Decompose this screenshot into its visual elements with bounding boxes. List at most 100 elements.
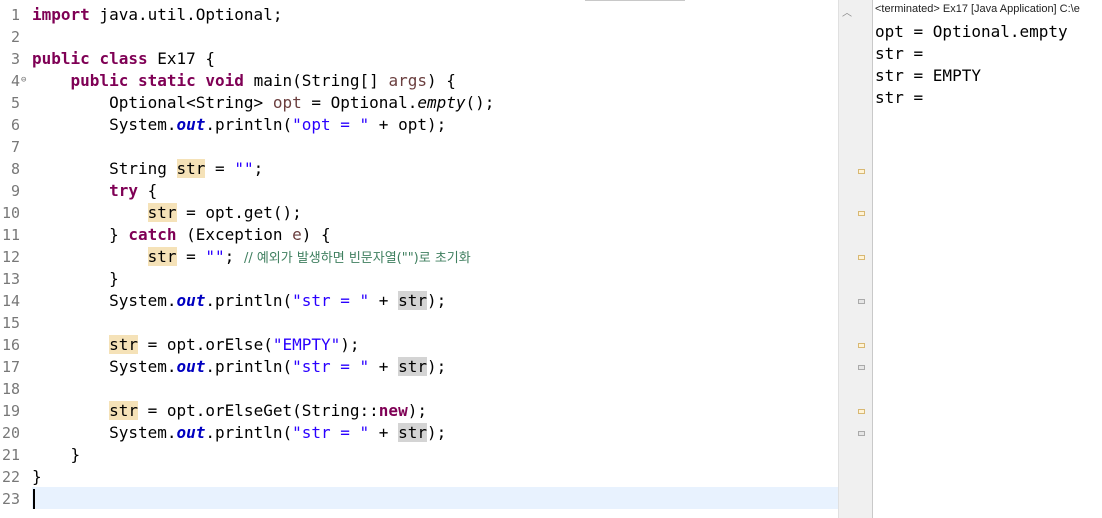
occurrence-marker[interactable] bbox=[858, 169, 865, 174]
code-text: .println( bbox=[205, 291, 293, 310]
code-text: { bbox=[137, 181, 158, 200]
line-number: 16 bbox=[1, 336, 20, 354]
line-number: 15 bbox=[1, 314, 20, 332]
line-number: 12 bbox=[1, 248, 20, 266]
code-line[interactable]: public class Ex17 { bbox=[32, 48, 215, 70]
code-text: = Optional. bbox=[301, 93, 418, 112]
code-text: = bbox=[176, 247, 206, 266]
code-line[interactable]: System.out.println("str = " + str); bbox=[32, 422, 446, 444]
code-text: System. bbox=[109, 357, 177, 376]
code-text: .println( bbox=[205, 115, 293, 134]
line-number: 9 bbox=[10, 182, 20, 200]
console-header: <terminated> Ex17 [Java Application] C:\… bbox=[875, 3, 1080, 15]
keyword: new bbox=[378, 401, 408, 420]
code-editor[interactable]: 1 2 3 4 ⊖ 5 6 7 8 9 10 11 12 13 14 15 16… bbox=[0, 0, 838, 518]
console-output-line[interactable]: opt = Optional.empty bbox=[875, 21, 1068, 43]
keyword: catch bbox=[128, 225, 177, 244]
overview-ruler[interactable]: ︿ bbox=[838, 0, 873, 518]
code-text: + bbox=[369, 423, 399, 442]
console-output-line[interactable]: str = bbox=[875, 43, 933, 65]
code-text: System. bbox=[109, 291, 177, 310]
line-number: 20 bbox=[1, 424, 20, 442]
code-line[interactable]: System.out.println("str = " + str); bbox=[32, 290, 446, 312]
code-line[interactable]: try { bbox=[32, 180, 157, 202]
occurrence-marker[interactable] bbox=[858, 299, 865, 304]
line-number: 4 bbox=[10, 72, 20, 90]
code-line[interactable]: str = ""; // 예외가 발생하면 빈문자열("")로 초기화 bbox=[32, 246, 471, 268]
code-line[interactable]: } catch (Exception e) { bbox=[32, 224, 331, 246]
code-text: ) { bbox=[301, 225, 331, 244]
occurrence-highlight: str bbox=[176, 159, 206, 178]
code-line[interactable]: str = opt.orElse("EMPTY"); bbox=[32, 334, 360, 356]
code-text: java.util.Optional; bbox=[89, 5, 283, 24]
occurrence-marker[interactable] bbox=[858, 365, 865, 370]
line-number: 11 bbox=[1, 226, 20, 244]
occurrence-highlight: str bbox=[147, 247, 177, 266]
code-line[interactable]: String str = ""; bbox=[32, 158, 263, 180]
occurrence-highlight: str bbox=[398, 357, 427, 376]
console-view[interactable]: <terminated> Ex17 [Java Application] C:\… bbox=[872, 0, 1102, 518]
occurrence-highlight: str bbox=[398, 423, 427, 442]
code-text: ; bbox=[224, 247, 244, 266]
code-text: = opt.orElse( bbox=[137, 335, 273, 354]
chevron-up-icon[interactable]: ︿ bbox=[842, 4, 854, 19]
string-literal: "str = " bbox=[292, 423, 370, 442]
code-text: System. bbox=[109, 115, 177, 134]
line-number: 2 bbox=[10, 28, 20, 46]
parameter: e bbox=[292, 225, 302, 244]
string-literal: "EMPTY" bbox=[272, 335, 341, 354]
line-number: 1 bbox=[10, 6, 20, 24]
occurrence-marker[interactable] bbox=[858, 343, 865, 348]
line-number: 17 bbox=[1, 358, 20, 376]
keyword: class bbox=[99, 49, 148, 68]
code-line[interactable]: str = opt.get(); bbox=[32, 202, 302, 224]
code-text: .println( bbox=[205, 423, 293, 442]
string-literal: "str = " bbox=[292, 291, 370, 310]
static-field: out bbox=[176, 291, 206, 310]
code-line[interactable]: Optional<String> opt = Optional.empty(); bbox=[32, 92, 494, 114]
code-text: } bbox=[32, 467, 42, 486]
code-text: (); bbox=[465, 93, 495, 112]
code-line[interactable]: } bbox=[32, 268, 119, 290]
console-output-line[interactable]: str = bbox=[875, 87, 933, 109]
code-line[interactable]: } bbox=[32, 444, 81, 466]
fold-collapse-icon[interactable]: ⊖ bbox=[21, 76, 30, 85]
occurrence-marker[interactable] bbox=[858, 211, 865, 216]
code-text: ); bbox=[407, 401, 427, 420]
code-text: ); bbox=[426, 357, 447, 376]
occurrence-highlight: str bbox=[398, 291, 427, 310]
code-text: Optional<String> bbox=[109, 93, 273, 112]
line-number: 22 bbox=[1, 468, 20, 486]
editor-top-border bbox=[585, 0, 685, 1]
code-line[interactable]: System.out.println("opt = " + opt); bbox=[32, 114, 446, 136]
keyword: public bbox=[70, 71, 129, 90]
occurrence-marker[interactable] bbox=[858, 409, 865, 414]
code-text: ); bbox=[426, 423, 447, 442]
code-line[interactable]: import java.util.Optional; bbox=[32, 4, 282, 26]
console-output-line[interactable]: str = EMPTY bbox=[875, 65, 981, 87]
keyword: static bbox=[137, 71, 196, 90]
occurrence-marker[interactable] bbox=[858, 431, 865, 436]
code-text: ) { bbox=[426, 71, 456, 90]
code-text: ); bbox=[426, 291, 447, 310]
code-line[interactable]: System.out.println("str = " + str); bbox=[32, 356, 446, 378]
code-text: + bbox=[369, 357, 399, 376]
occurrence-marker[interactable] bbox=[858, 255, 865, 260]
current-line-highlight bbox=[32, 487, 838, 509]
code-text: + bbox=[369, 291, 399, 310]
code-text: } bbox=[70, 445, 81, 464]
line-number: 6 bbox=[10, 116, 20, 134]
string-literal: "opt = " bbox=[292, 115, 370, 134]
code-line[interactable]: public static void main(String[] args) { bbox=[32, 70, 456, 92]
string-literal: "str = " bbox=[292, 357, 370, 376]
code-line[interactable]: str = opt.orElseGet(String::new); bbox=[32, 400, 427, 422]
code-line[interactable]: } bbox=[32, 466, 42, 488]
